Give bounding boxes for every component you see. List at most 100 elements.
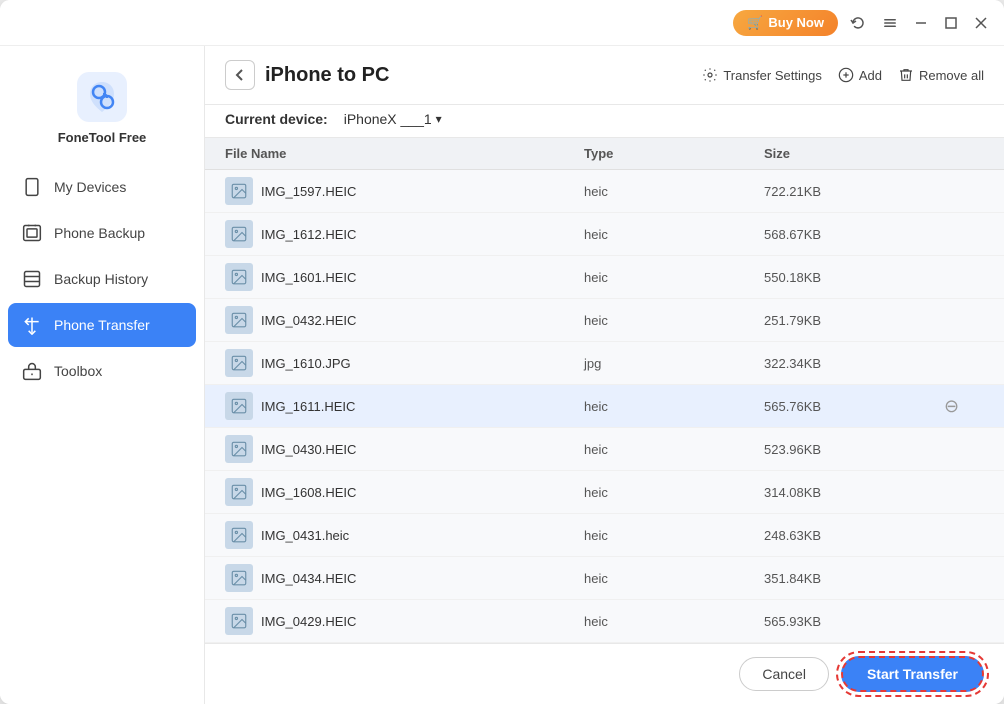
maximize-button[interactable] xyxy=(940,12,962,34)
file-type: jpg xyxy=(584,356,764,371)
file-size: 351.84KB xyxy=(764,571,944,586)
main-window: 🛒 Buy Now xyxy=(0,0,1004,704)
cart-icon: 🛒 xyxy=(747,15,763,31)
image-icon xyxy=(230,440,248,458)
chevron-down-icon: ▾ xyxy=(436,112,442,126)
image-icon xyxy=(230,397,248,415)
file-size: 565.76KB xyxy=(764,399,944,414)
file-name: IMG_0434.HEIC xyxy=(261,571,356,586)
file-icon xyxy=(225,349,253,377)
file-name-cell: IMG_1611.HEIC xyxy=(225,392,584,420)
sidebar-item-backup-history[interactable]: Backup History xyxy=(8,257,196,301)
row-action[interactable]: ⊖ xyxy=(944,396,984,417)
back-button[interactable] xyxy=(225,60,255,90)
brand: FoneTool Free xyxy=(0,56,204,165)
table-row[interactable]: IMG_1610.JPG jpg 322.34KB xyxy=(205,342,1004,385)
file-size: 565.93KB xyxy=(764,614,944,629)
file-icon xyxy=(225,435,253,463)
add-circle-icon xyxy=(838,67,854,83)
file-size: 523.96KB xyxy=(764,442,944,457)
table-row[interactable]: IMG_0434.HEIC heic 351.84KB xyxy=(205,557,1004,600)
file-size: 251.79KB xyxy=(764,313,944,328)
file-type: heic xyxy=(584,399,764,414)
sidebar-item-my-devices[interactable]: My Devices xyxy=(8,165,196,209)
undo-button[interactable] xyxy=(846,11,870,35)
file-icon xyxy=(225,521,253,549)
file-type: heic xyxy=(584,184,764,199)
sidebar-item-label: Backup History xyxy=(54,271,148,287)
sidebar-item-label: My Devices xyxy=(54,179,126,195)
nav-items: My Devices Phone Backup xyxy=(0,165,204,393)
file-size: 722.21KB xyxy=(764,184,944,199)
table-row[interactable]: IMG_1601.HEIC heic 550.18KB xyxy=(205,256,1004,299)
start-transfer-button[interactable]: Start Transfer xyxy=(841,656,984,692)
toolbox-icon xyxy=(22,361,42,381)
image-icon xyxy=(230,526,248,544)
image-icon xyxy=(230,268,248,286)
sidebar-item-label: Phone Transfer xyxy=(54,317,150,333)
file-name-cell: IMG_1612.HEIC xyxy=(225,220,584,248)
file-name-cell: IMG_1597.HEIC xyxy=(225,177,584,205)
file-name-cell: IMG_1608.HEIC xyxy=(225,478,584,506)
image-icon xyxy=(230,354,248,372)
add-label: Add xyxy=(859,68,882,83)
sidebar-item-label: Toolbox xyxy=(54,363,102,379)
buy-now-button[interactable]: 🛒 Buy Now xyxy=(733,10,838,36)
file-name: IMG_1608.HEIC xyxy=(261,485,356,500)
file-icon xyxy=(225,607,253,635)
file-type: heic xyxy=(584,270,764,285)
device-selector-row: Current device: iPhoneX ___1 ▾ xyxy=(205,105,1004,138)
file-name-cell: IMG_1610.JPG xyxy=(225,349,584,377)
close-button[interactable] xyxy=(970,12,992,34)
remove-all-button[interactable]: Remove all xyxy=(898,67,984,83)
file-icon xyxy=(225,177,253,205)
table-row[interactable]: IMG_1612.HEIC heic 568.67KB xyxy=(205,213,1004,256)
table-header: File Name Type Size xyxy=(205,138,1004,170)
device-value: iPhoneX ___1 xyxy=(344,111,432,127)
file-type: heic xyxy=(584,227,764,242)
cancel-button[interactable]: Cancel xyxy=(739,657,829,691)
file-size: 550.18KB xyxy=(764,270,944,285)
file-icon xyxy=(225,478,253,506)
file-name-cell: IMG_0429.HEIC xyxy=(225,607,584,635)
file-icon xyxy=(225,564,253,592)
table-row[interactable]: IMG_0432.HEIC heic 251.79KB xyxy=(205,299,1004,342)
remove-icon[interactable]: ⊖ xyxy=(944,396,959,416)
trash-icon xyxy=(898,67,914,83)
transfer-settings-button[interactable]: Transfer Settings xyxy=(702,67,822,83)
close-icon xyxy=(974,16,988,30)
table-row[interactable]: IMG_0431.heic heic 248.63KB xyxy=(205,514,1004,557)
content-area: iPhone to PC Transfer Settings xyxy=(205,46,1004,704)
file-type: heic xyxy=(584,571,764,586)
main-content: FoneTool Free My Devices xyxy=(0,46,1004,704)
menu-button[interactable] xyxy=(878,11,902,35)
table-row[interactable]: IMG_1611.HEIC heic 565.76KB ⊖ xyxy=(205,385,1004,428)
file-type: heic xyxy=(584,313,764,328)
maximize-icon xyxy=(944,16,958,30)
file-name-cell: IMG_0434.HEIC xyxy=(225,564,584,592)
file-name: IMG_1601.HEIC xyxy=(261,270,356,285)
titlebar: 🛒 Buy Now xyxy=(0,0,1004,46)
sidebar-item-phone-backup[interactable]: Phone Backup xyxy=(8,211,196,255)
table-row[interactable]: IMG_1608.HEIC heic 314.08KB xyxy=(205,471,1004,514)
undo-icon xyxy=(850,15,866,31)
toolbar-actions: Transfer Settings Add xyxy=(702,67,984,83)
file-icon xyxy=(225,263,253,291)
file-icon xyxy=(225,220,253,248)
minimize-button[interactable] xyxy=(910,12,932,34)
page-title: iPhone to PC xyxy=(265,64,389,87)
device-selector[interactable]: iPhoneX ___1 ▾ xyxy=(344,111,442,127)
sidebar-item-toolbox[interactable]: Toolbox xyxy=(8,349,196,393)
file-icon xyxy=(225,392,253,420)
add-button[interactable]: Add xyxy=(838,67,882,83)
table-row[interactable]: IMG_0430.HEIC heic 523.96KB xyxy=(205,428,1004,471)
image-icon xyxy=(230,311,248,329)
file-table: File Name Type Size IMG_1597.HEIC xyxy=(205,138,1004,643)
table-row[interactable]: IMG_1597.HEIC heic 722.21KB xyxy=(205,170,1004,213)
sidebar-item-phone-transfer[interactable]: Phone Transfer xyxy=(8,303,196,347)
file-name: IMG_0431.heic xyxy=(261,528,349,543)
file-size: 568.67KB xyxy=(764,227,944,242)
table-row[interactable]: IMG_0429.HEIC heic 565.93KB xyxy=(205,600,1004,643)
file-size: 248.63KB xyxy=(764,528,944,543)
back-arrow-icon xyxy=(233,68,247,82)
